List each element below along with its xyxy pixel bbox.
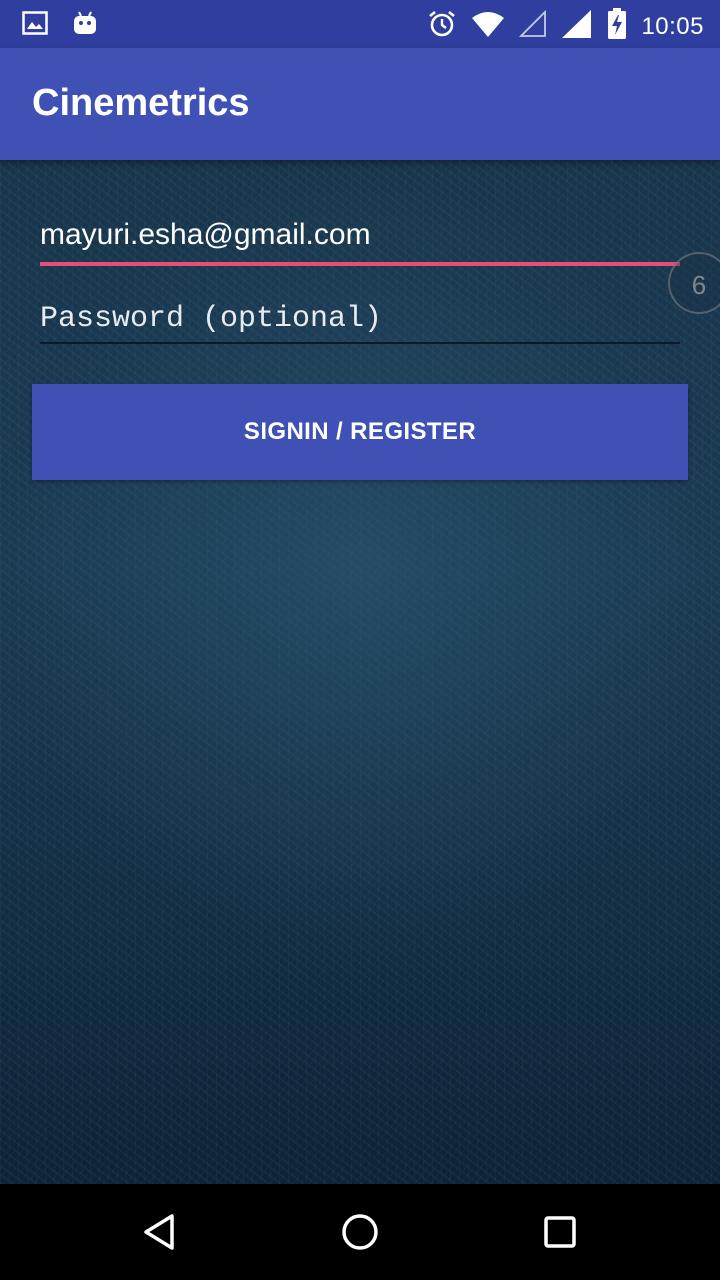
password-field[interactable]: Password (optional): [40, 300, 680, 344]
email-input-value[interactable]: mayuri.esha@gmail.com: [40, 218, 371, 251]
image-icon: [22, 11, 48, 40]
navigation-bar: [0, 1184, 720, 1280]
alarm-icon: [427, 9, 457, 44]
signal-empty-icon: [519, 9, 547, 43]
status-bar: 10:05: [0, 0, 720, 48]
signin-register-button[interactable]: SIGNIN / REGISTER: [32, 384, 688, 480]
screen: 10:05 Cinemetrics mayuri.esha@gmail.com …: [0, 0, 720, 1280]
battery-charging-icon: [607, 8, 627, 45]
signal-full-icon: [561, 9, 593, 44]
home-icon[interactable]: [336, 1208, 384, 1256]
app-title: Cinemetrics: [32, 82, 250, 124]
status-right: 10:05: [427, 8, 704, 45]
android-icon: [72, 10, 98, 41]
password-placeholder[interactable]: Password (optional): [40, 302, 382, 336]
wifi-icon: [471, 10, 505, 43]
app-bar: Cinemetrics: [0, 48, 720, 160]
login-content: mayuri.esha@gmail.com 6 Password (option…: [0, 160, 720, 1184]
back-icon[interactable]: [136, 1208, 184, 1256]
email-field[interactable]: mayuri.esha@gmail.com: [40, 216, 680, 266]
status-left: [22, 10, 98, 41]
status-time: 10:05: [641, 12, 704, 40]
recents-icon[interactable]: [536, 1208, 584, 1256]
